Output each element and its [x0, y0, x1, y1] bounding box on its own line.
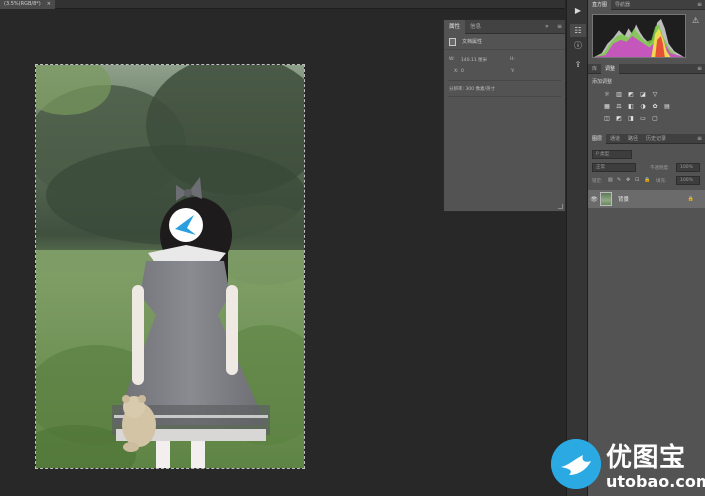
layers-tab-bar: 图层 通道 路径 历史记录 ≡: [588, 133, 705, 144]
resolution-text: 分辨率: 300 像素/英寸: [449, 87, 495, 92]
lock-artboard-icon[interactable]: ⊡: [635, 177, 639, 183]
selective-color-icon[interactable]: ▢: [651, 115, 659, 123]
watermark: 优图宝 utobao.com: [548, 436, 705, 496]
histogram-tab-bar: 直方图 导航器 ≡: [588, 0, 705, 10]
fill-label: 填充:: [656, 179, 667, 184]
layer-filter-input[interactable]: P 类型: [592, 150, 632, 159]
x-value[interactable]: 0: [461, 69, 464, 74]
panel-menu-icon[interactable]: ≡: [697, 135, 702, 142]
resize-handle[interactable]: [558, 204, 563, 209]
hue-saturation-icon[interactable]: ▦: [603, 103, 611, 111]
layer-thumbnail: [600, 192, 612, 206]
right-panel-dock: 直方图 导航器 ≡ ⚠ 库 调整 ≡ 添加调整 ☼ ▥ ◩ ◪ ▽ ▦ ⚖ ◧ …: [588, 0, 705, 496]
opacity-label: 不透明度:: [650, 166, 670, 171]
document-canvas[interactable]: [35, 64, 305, 469]
lock-all-icon[interactable]: 🔒: [644, 177, 650, 183]
tab-layers[interactable]: 图层: [588, 133, 607, 144]
lock-pixels-icon[interactable]: ✎: [617, 177, 621, 183]
width-value[interactable]: 140.11 厘米: [461, 57, 487, 63]
blend-mode-select[interactable]: 正常: [592, 163, 636, 172]
invert-icon[interactable]: ◫: [603, 115, 611, 123]
watermark-title: 优图宝: [606, 443, 686, 473]
gradient-map-icon[interactable]: ▭: [639, 115, 647, 123]
tab-info[interactable]: 信息: [465, 20, 486, 34]
tab-channels[interactable]: 通道: [606, 134, 624, 144]
play-icon[interactable]: ▶: [570, 4, 586, 17]
layer-row[interactable]: 👁 背景 🔒: [588, 190, 705, 208]
opacity-input[interactable]: 100%: [676, 163, 700, 172]
histogram-graph: [592, 14, 686, 58]
threshold-icon[interactable]: ◨: [627, 115, 635, 123]
divider: [448, 96, 561, 97]
curves-icon[interactable]: ◩: [627, 91, 635, 99]
document-tab-bar: (3.5%(RGB/8*) ×: [0, 0, 565, 9]
watermark-url: utobao.com: [606, 472, 705, 491]
adjustments-title: 添加调整: [592, 79, 613, 85]
panel-menu-icon[interactable]: ≡: [557, 23, 562, 30]
tab-paths[interactable]: 路径: [624, 134, 642, 144]
black-white-icon[interactable]: ◧: [627, 103, 635, 111]
lock-label: 锁定:: [592, 179, 603, 184]
canvas-photo: [36, 65, 304, 468]
adjustment-row: ◫ ◩ ◨ ▭ ▢: [603, 113, 689, 125]
properties-panel-icon[interactable]: ☷: [570, 24, 586, 37]
brightness-icon[interactable]: ☼: [603, 91, 611, 99]
width-label: W:: [449, 57, 455, 62]
adjustment-row: ▦ ⚖ ◧ ◑ ✿ ▤: [603, 101, 689, 113]
photo-filter-icon[interactable]: ◑: [639, 103, 647, 111]
close-icon[interactable]: ×: [47, 0, 51, 9]
document-tab-label: (3.5%(RGB/8*): [4, 1, 41, 7]
bird-logo-icon: [551, 439, 601, 489]
x-label: X:: [454, 69, 459, 74]
panel-icon-strip: ▶ ☷ ⓘ ⇪: [566, 0, 588, 496]
levels-icon[interactable]: ▥: [615, 91, 623, 99]
warning-icon[interactable]: ⚠: [692, 16, 699, 25]
tab-libraries[interactable]: 库: [588, 64, 601, 74]
document-icon: [449, 37, 456, 46]
collapse-icon[interactable]: »: [545, 23, 549, 30]
posterize-icon[interactable]: ◩: [615, 115, 623, 123]
section-label: 文档属性: [462, 39, 483, 45]
lock-transparent-icon[interactable]: ▧: [608, 177, 613, 183]
adjustments-icon[interactable]: ⇪: [570, 58, 586, 71]
panel-menu-icon[interactable]: ≡: [697, 1, 702, 8]
color-lookup-icon[interactable]: ▤: [663, 103, 671, 111]
color-balance-icon[interactable]: ⚖: [615, 103, 623, 111]
lock-position-icon[interactable]: ✥: [626, 177, 630, 183]
adjustments-grid: ☼ ▥ ◩ ◪ ▽ ▦ ⚖ ◧ ◑ ✿ ▤ ◫ ◩ ◨ ▭ ▢: [603, 89, 689, 125]
properties-panel: 属性 信息 » ≡ 文档属性 W: 140.11 厘米 H: X: 0 Y: 分…: [443, 19, 566, 212]
document-tab[interactable]: (3.5%(RGB/8*) ×: [0, 0, 55, 9]
layer-name[interactable]: 背景: [618, 195, 629, 203]
channel-mixer-icon[interactable]: ✿: [651, 103, 659, 111]
height-label: H:: [510, 57, 515, 62]
fill-input[interactable]: 100%: [676, 176, 700, 185]
adjustments-tab-bar: 库 调整 ≡: [588, 63, 705, 74]
tab-properties[interactable]: 属性: [444, 19, 466, 34]
divider: [448, 80, 561, 81]
exposure-icon[interactable]: ◪: [639, 91, 647, 99]
info-icon[interactable]: ⓘ: [570, 39, 586, 52]
panel-menu-icon[interactable]: ≡: [697, 65, 702, 72]
document-properties-header: 文档属性: [444, 34, 565, 50]
tab-adjustments[interactable]: 调整: [601, 63, 620, 74]
tab-histogram[interactable]: 直方图: [588, 0, 612, 10]
layer-lock-icon[interactable]: 🔒: [688, 196, 694, 202]
vibrance-icon[interactable]: ▽: [651, 91, 659, 99]
adjustment-row: ☼ ▥ ◩ ◪ ▽: [603, 89, 689, 101]
y-label: Y:: [511, 69, 515, 74]
visibility-eye-icon[interactable]: 👁: [588, 196, 600, 203]
properties-tab-bar: 属性 信息 » ≡: [444, 19, 565, 34]
photoshop-window: (3.5%(RGB/8*) × 属性 信息 » ≡ 文档属性 W: 140.11…: [0, 0, 705, 496]
tab-history[interactable]: 历史记录: [642, 134, 670, 144]
tab-navigator[interactable]: 导航器: [611, 0, 634, 10]
